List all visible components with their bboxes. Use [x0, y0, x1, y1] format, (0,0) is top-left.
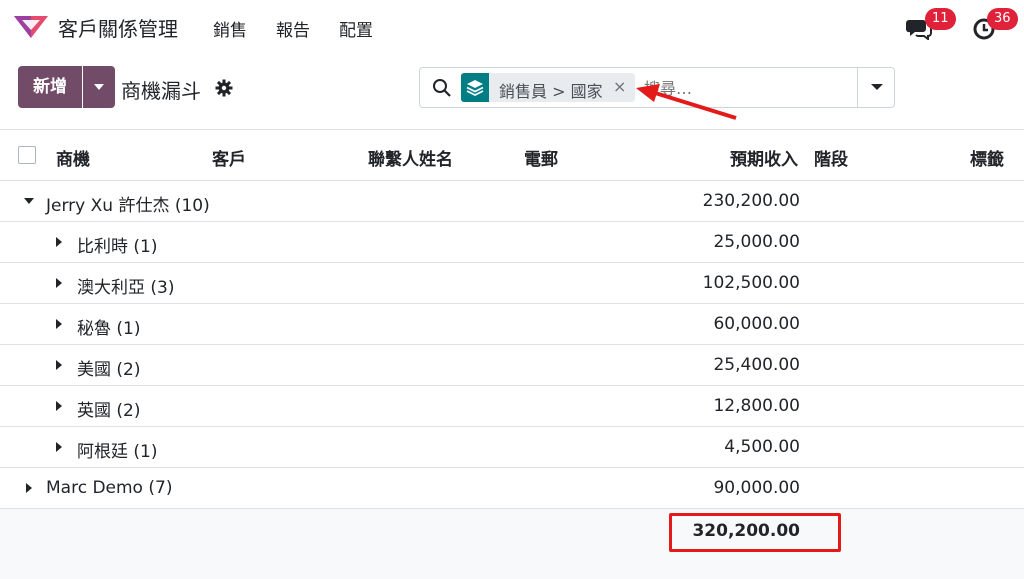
table-header: 商機 客戶 聯繫人姓名 電郵 預期收入 階段 標籤: [0, 129, 1024, 181]
group-row[interactable]: 澳大利亞 (3) 102,500.00: [0, 263, 1024, 304]
new-button[interactable]: 新增: [18, 66, 82, 108]
layers-icon: [461, 73, 489, 102]
group-amount: 230,200.00: [702, 191, 800, 211]
column-header-email[interactable]: 電郵: [524, 145, 558, 170]
group-amount: 60,000.00: [713, 314, 800, 334]
caret-right-icon: [56, 401, 62, 411]
group-label: 比利時 (1): [77, 237, 158, 257]
search-icon[interactable]: [432, 78, 452, 98]
group-amount: 90,000.00: [713, 478, 800, 498]
caret-right-icon: [26, 483, 32, 493]
group-label: 秘魯 (1): [77, 319, 141, 339]
search-options-toggle[interactable]: [857, 68, 895, 107]
group-row[interactable]: Marc Demo (7) 90,000.00: [0, 468, 1024, 509]
column-header-stage[interactable]: 階段: [814, 145, 848, 170]
group-row[interactable]: Jerry Xu 許仕杰 (10) 230,200.00: [0, 181, 1024, 222]
annotation-highlight-box: [669, 513, 841, 552]
facet-remove-icon[interactable]: ×: [613, 77, 626, 96]
caret-right-icon: [56, 319, 62, 329]
column-header-customer[interactable]: 客戶: [212, 145, 246, 170]
group-label: 阿根廷 (1): [77, 442, 158, 462]
group-amount: 25,400.00: [713, 355, 800, 375]
menu-configuration[interactable]: 配置: [339, 16, 373, 41]
group-row[interactable]: 英國 (2) 12,800.00: [0, 386, 1024, 427]
column-header-opportunity[interactable]: 商機: [56, 145, 90, 170]
caret-right-icon: [56, 442, 62, 452]
column-header-contact-name[interactable]: 聯繫人姓名: [368, 145, 453, 170]
group-row[interactable]: 比利時 (1) 25,000.00: [0, 222, 1024, 263]
groupby-facet[interactable]: 銷售員 > 國家 ×: [461, 73, 635, 102]
caret-right-icon: [56, 278, 62, 288]
group-label: 英國 (2): [77, 401, 141, 421]
page-title-breadcrumb: 商機漏斗: [121, 79, 201, 103]
menu-sales[interactable]: 銷售: [213, 16, 247, 41]
app-title[interactable]: 客戶關係管理: [58, 13, 178, 42]
group-label: Marc Demo (7): [46, 478, 173, 498]
new-dropdown-toggle[interactable]: [83, 66, 115, 108]
caret-down-icon: [24, 198, 34, 204]
annotation-arrow-icon: [636, 84, 737, 120]
column-header-tags[interactable]: 標籤: [970, 145, 1004, 170]
top-navbar: 客戶關係管理 銷售 報告 配置 11 36: [0, 0, 1024, 54]
group-row[interactable]: 美國 (2) 25,400.00: [0, 345, 1024, 386]
gear-icon[interactable]: [215, 79, 233, 97]
crm-logo-icon[interactable]: [14, 14, 48, 38]
column-header-expected-revenue[interactable]: 預期收入: [730, 145, 798, 170]
caret-right-icon: [56, 237, 62, 247]
group-amount: 4,500.00: [724, 437, 800, 457]
group-row[interactable]: 阿根廷 (1) 4,500.00: [0, 427, 1024, 468]
activities-count-badge: 36: [987, 8, 1018, 30]
group-label: 澳大利亞 (3): [77, 278, 175, 298]
list-table: 商機 客戶 聯繫人姓名 電郵 預期收入 階段 標籤 Jerry Xu 許仕杰 (…: [0, 129, 1024, 509]
group-amount: 25,000.00: [713, 232, 800, 252]
messages-count-badge: 11: [925, 8, 956, 30]
group-label: 美國 (2): [77, 360, 141, 380]
menu-reporting[interactable]: 報告: [276, 16, 310, 41]
group-amount: 12,800.00: [713, 396, 800, 416]
group-amount: 102,500.00: [702, 273, 800, 293]
caret-right-icon: [56, 360, 62, 370]
group-label: Jerry Xu 許仕杰 (10): [46, 196, 210, 216]
table-footer: 320,200.00: [0, 509, 1024, 579]
group-row[interactable]: 秘魯 (1) 60,000.00: [0, 304, 1024, 345]
select-all-checkbox[interactable]: [18, 146, 36, 164]
facet-values: 銷售員 > 國家: [499, 82, 603, 101]
